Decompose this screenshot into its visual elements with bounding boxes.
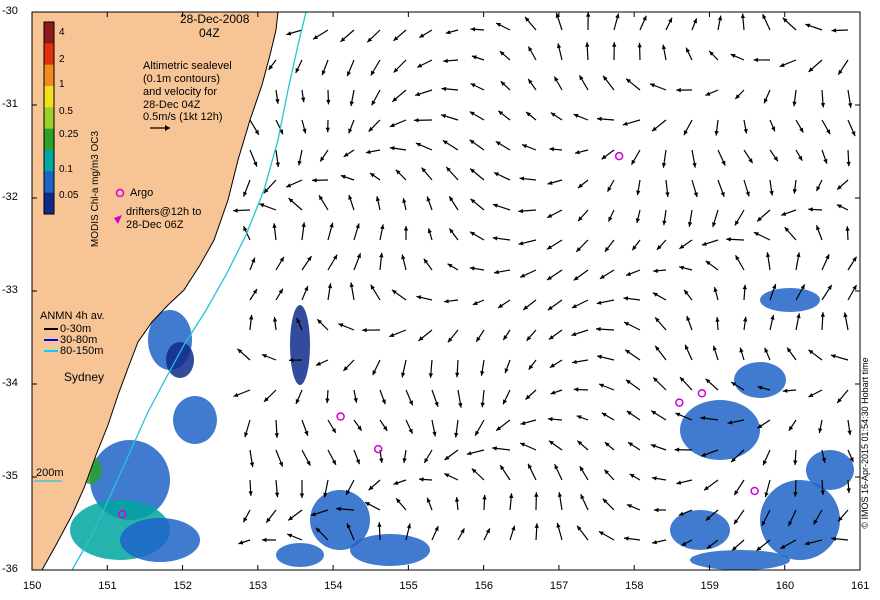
x-tick-label: 152 (173, 580, 192, 592)
annotation-line2: (0.1m contours) (143, 73, 221, 85)
x-tick-label: 153 (248, 580, 268, 592)
x-tick-label: 157 (549, 580, 569, 592)
chlorophyll-patch (734, 362, 786, 398)
chlorophyll-patch (166, 342, 194, 378)
y-tick-label: -31 (2, 98, 18, 110)
x-tick-label: 159 (700, 580, 719, 592)
x-tick-label: 156 (474, 580, 493, 592)
colorbar-segment (44, 22, 54, 44)
x-tick-label: 161 (851, 580, 870, 592)
map-date: 28-Dec-2008 (180, 12, 250, 26)
colorbar-segment (44, 150, 54, 172)
colorbar-segment (44, 86, 54, 108)
annotation-line4: 28-Dec 04Z (143, 99, 201, 111)
chlorophyll-patch (290, 305, 310, 385)
chlorophyll-patch (276, 543, 324, 567)
annotation-line3: and velocity for (143, 86, 217, 98)
colorbar-tick-label: 0.5 (59, 106, 73, 117)
chlorophyll-patch (680, 400, 760, 460)
legend-drifters-line1: drifters@12h to (126, 206, 202, 218)
y-tick-label: -36 (2, 563, 18, 575)
x-tick-label: 158 (625, 580, 644, 592)
colorbar-tick-label: 0.1 (59, 164, 73, 175)
y-tick-label: -33 (2, 284, 18, 296)
chlorophyll-patch (120, 518, 200, 562)
anmn-label-2: 80-150m (60, 345, 104, 357)
chlorophyll-patch (760, 288, 820, 312)
y-tick-label: -35 (2, 470, 18, 482)
chlorophyll-patch (760, 480, 840, 560)
chlorophyll-patch (670, 510, 730, 550)
x-tick-label: 155 (399, 580, 418, 592)
map-time: 04Z (199, 26, 220, 40)
chlorophyll-patch (350, 534, 430, 566)
colorbar-tick-label: 4 (59, 27, 65, 38)
colorbar (43, 21, 55, 215)
x-tick-label: 154 (324, 580, 343, 592)
colorbar-tick-label: 2 (59, 54, 65, 65)
annotation-scale: 0.5m/s (1kt 12h) (143, 111, 223, 123)
x-tick-label: 160 (775, 580, 795, 592)
x-tick-label: 150 (23, 580, 42, 592)
colorbar-segment (44, 128, 54, 151)
y-tick-label: -34 (2, 377, 18, 389)
chlorophyll-patch (806, 450, 854, 490)
y-tick-label: -30 (2, 5, 18, 17)
map-figure (0, 0, 880, 600)
colorbar-segment (44, 43, 54, 66)
colorbar-segment (44, 107, 54, 130)
chlorophyll-patch (173, 396, 217, 444)
legend-argo-label: Argo (130, 187, 154, 199)
colorbar-label: MODIS Chl-a mg/m3 OC3 (90, 130, 101, 248)
colorbar-segment (44, 192, 54, 215)
y-tick-label: -32 (2, 191, 18, 203)
colorbar-tick-label: 1 (59, 79, 65, 90)
city-label-sydney: Sydney (64, 370, 105, 384)
credit-text: © IMOS 16-Apr-2015 01:54:30 Hobart time (860, 357, 870, 529)
x-tick-label: 151 (98, 580, 117, 592)
colorbar-segment (44, 64, 54, 87)
colorbar-tick-label: 0.25 (59, 129, 79, 140)
legend-drifters-line2: 28-Dec 06Z (126, 219, 184, 231)
colorbar-tick-label: 0.05 (59, 190, 79, 201)
chlorophyll-patch (690, 550, 790, 570)
anmn-title: ANMN 4h av. (40, 310, 105, 322)
colorbar-segment (44, 171, 54, 194)
annotation-title: Altimetric sealevel (143, 60, 232, 72)
isobath-label: 200m (36, 467, 64, 479)
